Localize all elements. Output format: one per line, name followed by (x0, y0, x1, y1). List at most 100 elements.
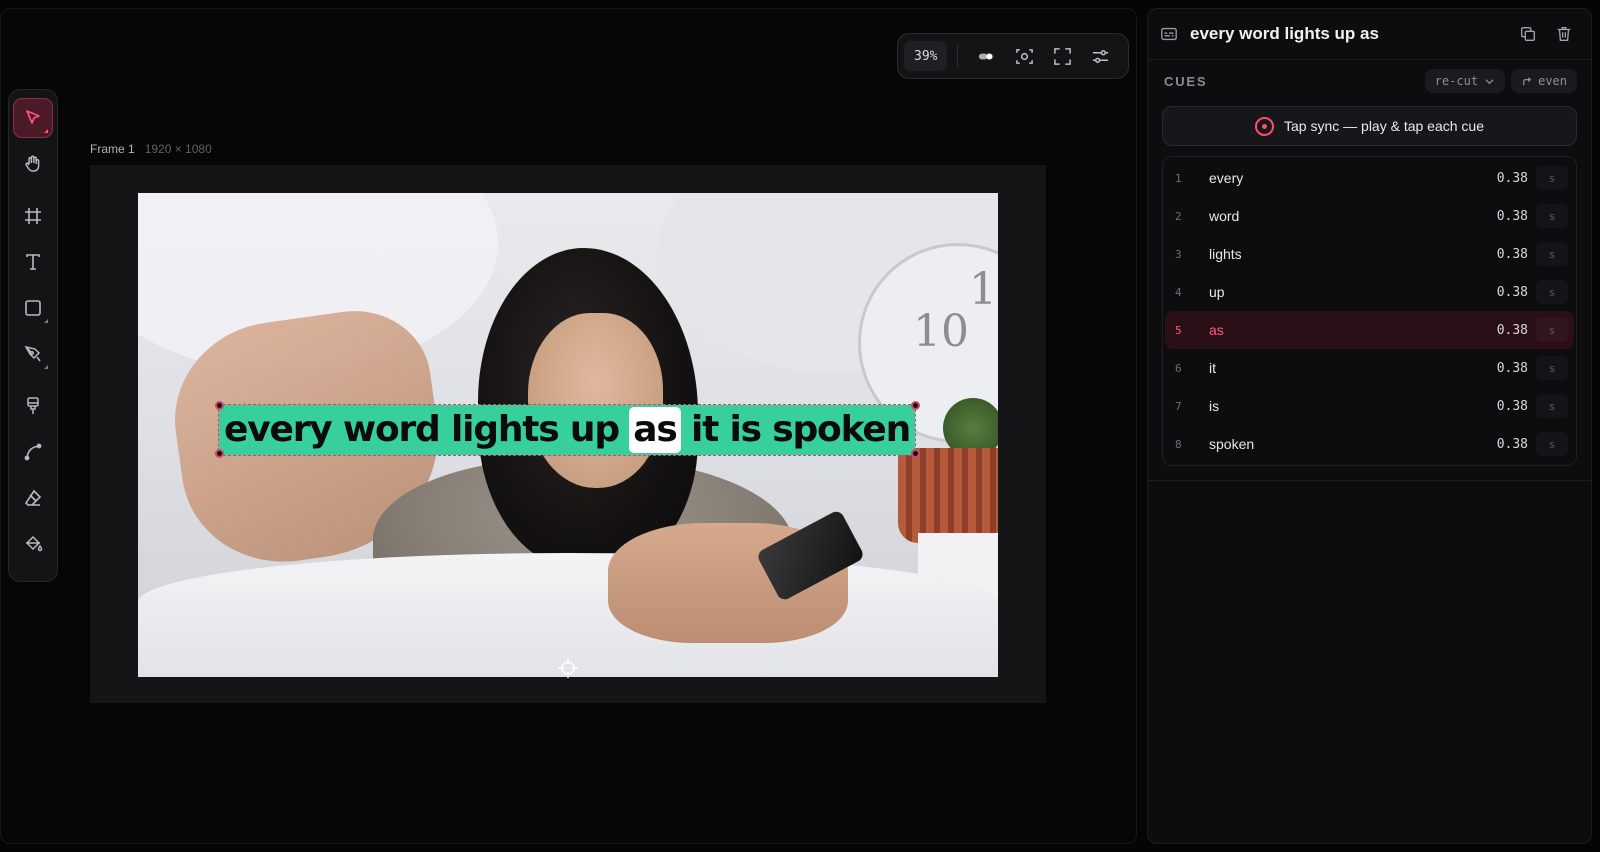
cue-word[interactable]: as (1209, 322, 1478, 338)
cue-word[interactable]: is (1209, 398, 1478, 414)
text-tool[interactable] (13, 242, 53, 282)
cues-label: CUES (1164, 73, 1208, 89)
caption-word[interactable]: lights (450, 407, 560, 453)
cue-word[interactable]: every (1209, 170, 1478, 186)
recut-dropdown[interactable]: re-cut (1424, 69, 1506, 93)
pen-tool[interactable] (13, 334, 53, 374)
cue-row-active[interactable]: 5 as 0.38 s (1165, 311, 1574, 349)
duplicate-button[interactable] (1513, 19, 1543, 49)
tool-submenu-indicator (44, 319, 48, 323)
cue-duration[interactable]: 0.38 (1478, 399, 1528, 414)
canvas-area[interactable]: 39% Frame 1 1920 × 1080 1 10 every word … (0, 8, 1137, 844)
frame-tool[interactable] (13, 196, 53, 236)
cue-row[interactable]: 8 spoken 0.38 s (1165, 425, 1574, 463)
cue-duration[interactable]: 0.38 (1478, 323, 1528, 338)
zoom-level[interactable]: 39% (904, 41, 948, 71)
frame-size: 1920 × 1080 (144, 142, 212, 156)
contrast-toggle-icon[interactable] (968, 40, 1004, 72)
rectangle-tool[interactable] (13, 288, 53, 328)
cue-duration[interactable]: 0.38 (1478, 285, 1528, 300)
cue-unit: s (1536, 280, 1568, 304)
tool-palette (8, 89, 58, 582)
caption-word[interactable]: it (690, 407, 719, 453)
select-tool[interactable] (13, 98, 53, 138)
delete-button[interactable] (1549, 19, 1579, 49)
captions-icon (1161, 27, 1177, 41)
resize-handle-top-right[interactable] (911, 401, 920, 410)
fullscreen-icon[interactable] (1044, 40, 1080, 72)
toolbar-divider (957, 45, 959, 67)
cue-row[interactable]: 1 every 0.38 s (1165, 159, 1574, 197)
hand-icon (25, 155, 40, 172)
frame-label[interactable]: Frame 1 1920 × 1080 (90, 142, 212, 156)
cue-duration[interactable]: 0.38 (1478, 171, 1528, 186)
frame-name: Frame 1 (90, 142, 135, 156)
cue-unit: s (1536, 204, 1568, 228)
resize-handle-top-left[interactable] (215, 401, 224, 410)
brush-icon (27, 397, 39, 414)
path-tool[interactable] (13, 432, 53, 472)
face (528, 313, 663, 488)
cue-row[interactable]: 3 lights 0.38 s (1165, 235, 1574, 273)
pen-icon (24, 345, 41, 362)
cue-duration[interactable]: 0.38 (1478, 247, 1528, 262)
clock-numeral: 10 (913, 306, 969, 357)
view-toolbar: 39% (897, 33, 1129, 79)
cue-word[interactable]: spoken (1209, 436, 1478, 452)
cue-unit: s (1536, 318, 1568, 342)
cue-word[interactable]: lights (1209, 246, 1478, 262)
even-label: even (1538, 74, 1567, 88)
caption-word[interactable]: spoken (771, 407, 911, 453)
cue-word[interactable]: it (1209, 360, 1478, 376)
cue-row[interactable]: 7 is 0.38 s (1165, 387, 1574, 425)
cue-word[interactable]: up (1209, 284, 1478, 300)
tap-sync-button[interactable]: Tap sync — play & tap each cue (1162, 106, 1577, 146)
hand-tool[interactable] (13, 144, 53, 184)
clock-numeral: 11 (969, 264, 998, 315)
eraser-tool[interactable] (13, 478, 53, 518)
fill-bucket-icon (25, 535, 43, 552)
even-button[interactable]: even (1511, 69, 1577, 93)
cue-row[interactable]: 4 up 0.38 s (1165, 273, 1574, 311)
cue-index: 3 (1175, 247, 1182, 261)
caption-word[interactable]: is (729, 407, 763, 453)
frame-icon (25, 208, 41, 224)
cue-duration[interactable]: 0.38 (1478, 209, 1528, 224)
recut-label: re-cut (1434, 74, 1479, 88)
caption-word-highlighted[interactable]: as (629, 407, 681, 453)
cue-unit: s (1536, 356, 1568, 380)
resize-handle-bottom-left[interactable] (215, 449, 224, 458)
tap-sync-label: Tap sync — play & tap each cue (1284, 118, 1484, 134)
panel-divider (1148, 480, 1591, 481)
copy-icon (1521, 27, 1535, 41)
eraser-icon (24, 489, 42, 506)
cue-list: 1 every 0.38 s 2 word 0.38 s 3 lights 0.… (1162, 156, 1577, 466)
focus-icon[interactable] (1006, 40, 1042, 72)
cue-duration[interactable]: 0.38 (1478, 361, 1528, 376)
brush-tool[interactable] (13, 386, 53, 426)
inspector-panel: every word lights up as CUES re-cut even… (1147, 8, 1592, 844)
layer-title[interactable]: every word lights up as (1190, 24, 1507, 44)
cue-row[interactable]: 2 word 0.38 s (1165, 197, 1574, 235)
crosshair-icon[interactable] (557, 657, 579, 679)
panel-header: every word lights up as (1148, 9, 1591, 60)
cue-unit: s (1536, 166, 1568, 190)
redo-arrow-icon (1523, 76, 1532, 85)
cue-duration[interactable]: 0.38 (1478, 437, 1528, 452)
record-icon (1255, 116, 1274, 136)
resize-handle-bottom-right[interactable] (911, 449, 920, 458)
cue-index: 1 (1175, 171, 1182, 185)
caption-word[interactable]: up (569, 407, 620, 453)
basket (898, 448, 998, 543)
select-arrow-icon (26, 110, 40, 124)
caption-word[interactable]: word (342, 407, 441, 453)
cue-unit: s (1536, 394, 1568, 418)
fill-tool[interactable] (13, 524, 53, 564)
cue-word[interactable]: word (1209, 208, 1478, 224)
caption-word[interactable]: every (223, 407, 333, 453)
cue-index: 8 (1175, 437, 1182, 451)
cues-header: CUES re-cut even (1148, 60, 1591, 102)
settings-sliders-icon[interactable] (1082, 40, 1118, 72)
cue-row[interactable]: 6 it 0.38 s (1165, 349, 1574, 387)
caption-layer[interactable]: every word lights up as it is spoken (218, 404, 916, 456)
